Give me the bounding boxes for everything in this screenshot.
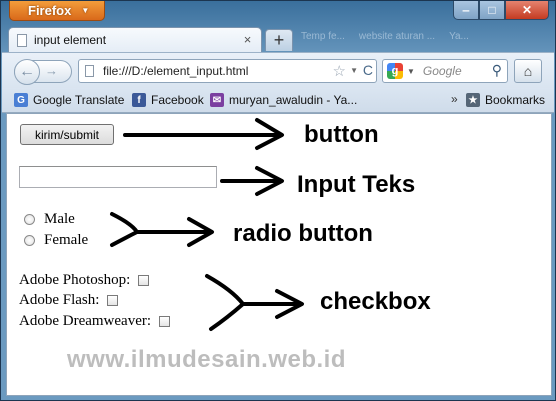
url-bar[interactable]: file:///D:/element_input.html ☆ ▼ C xyxy=(78,59,377,83)
bookmarks-icon: ★ xyxy=(466,93,480,107)
forward-button[interactable]: → xyxy=(45,63,58,78)
page-content: kirim/submit Male Female Adobe Photoshop… xyxy=(6,113,552,396)
arrow-to-radio xyxy=(110,212,214,247)
arrow-to-checkbox xyxy=(205,274,304,331)
home-button[interactable]: ⌂ xyxy=(514,59,542,83)
bookmark-google-translate[interactable]: G Google Translate xyxy=(14,93,124,107)
back-forward-group: ← → xyxy=(14,59,72,85)
close-window-button[interactable]: ✕ xyxy=(505,1,549,20)
background-tab[interactable]: website aturan ... xyxy=(359,31,435,42)
bookmark-star-icon[interactable]: ☆ xyxy=(333,62,346,80)
tab-close-icon[interactable]: × xyxy=(240,32,255,47)
maximize-button[interactable]: □ xyxy=(479,1,505,20)
facebook-icon: f xyxy=(132,93,146,107)
background-tabs: Temp fe... website aturan ... Ya... xyxy=(301,25,551,47)
bookmarks-menu-label: Bookmarks xyxy=(485,93,546,107)
minimize-button[interactable]: ‒ xyxy=(453,1,479,20)
annotation-button: button xyxy=(304,121,379,148)
tab-input-element[interactable]: input element × xyxy=(8,27,262,52)
url-dropdown-icon[interactable]: ▼ xyxy=(350,66,358,75)
annotation-radio-button: radio button xyxy=(233,220,373,247)
bookmark-yahoo-mail[interactable]: ✉ muryan_awaludin - Ya... xyxy=(210,93,357,107)
watermark-text: www.ilmudesain.web.id xyxy=(67,346,346,373)
reload-button[interactable]: C xyxy=(363,62,373,78)
background-tab[interactable]: Temp fe... xyxy=(301,31,345,42)
firefox-menu-label: Firefox xyxy=(28,3,72,18)
back-button[interactable]: ← xyxy=(14,59,40,85)
annotation-checkbox: checkbox xyxy=(320,288,431,315)
bookmark-facebook[interactable]: f Facebook xyxy=(132,93,204,107)
annotation-input-text: Input Teks xyxy=(297,171,416,198)
page-icon xyxy=(17,33,27,47)
search-input[interactable]: Google xyxy=(423,64,462,78)
browser-window: Firefox ▼ ‒ □ ✕ Temp fe... website atura… xyxy=(0,0,556,401)
bookmark-label: muryan_awaludin - Ya... xyxy=(229,93,358,107)
new-tab-button[interactable]: + xyxy=(265,29,293,51)
search-engine-dropdown-icon[interactable]: ▼ xyxy=(407,67,415,76)
arrow-to-input xyxy=(220,166,284,196)
navigation-toolbar: ← → file:///D:/element_input.html ☆ ▼ C … xyxy=(2,52,554,89)
google-translate-icon: G xyxy=(14,93,28,107)
google-icon[interactable]: g xyxy=(387,63,403,79)
search-icon[interactable]: ⚲ xyxy=(492,62,502,79)
mail-icon: ✉ xyxy=(210,93,224,107)
bookmarks-toolbar: G Google Translate f Facebook ✉ muryan_a… xyxy=(2,88,554,113)
bookmark-label: Facebook xyxy=(151,93,204,107)
chevron-down-icon: ▼ xyxy=(81,6,90,15)
bookmark-label: Google Translate xyxy=(33,93,125,107)
tab-title: input element xyxy=(34,33,107,47)
url-text[interactable]: file:///D:/element_input.html xyxy=(103,64,248,78)
bookmarks-overflow-icon[interactable]: » xyxy=(451,92,458,106)
window-controls: ‒ □ ✕ xyxy=(453,1,549,20)
arrow-to-button xyxy=(123,118,284,150)
search-bar[interactable]: g ▼ Google ⚲ xyxy=(382,59,508,83)
page-icon xyxy=(85,65,94,77)
background-tab[interactable]: Ya... xyxy=(449,31,469,42)
firefox-menu-button[interactable]: Firefox ▼ xyxy=(9,1,105,21)
bookmarks-menu-button[interactable]: ★ Bookmarks xyxy=(466,93,545,107)
